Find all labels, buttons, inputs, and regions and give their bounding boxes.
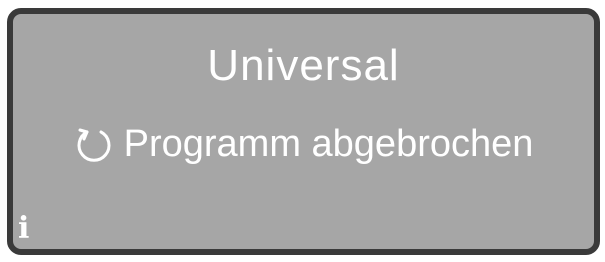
device-bezel: Universal Programm abgebrochen i xyxy=(0,0,605,262)
info-icon[interactable]: i xyxy=(18,213,40,245)
program-name: Universal xyxy=(207,41,400,90)
display-screen: Universal Programm abgebrochen i xyxy=(7,8,600,255)
status-message: Programm abgebrochen xyxy=(123,123,534,165)
restart-icon xyxy=(74,124,114,164)
status-row: Programm abgebrochen xyxy=(13,124,594,164)
